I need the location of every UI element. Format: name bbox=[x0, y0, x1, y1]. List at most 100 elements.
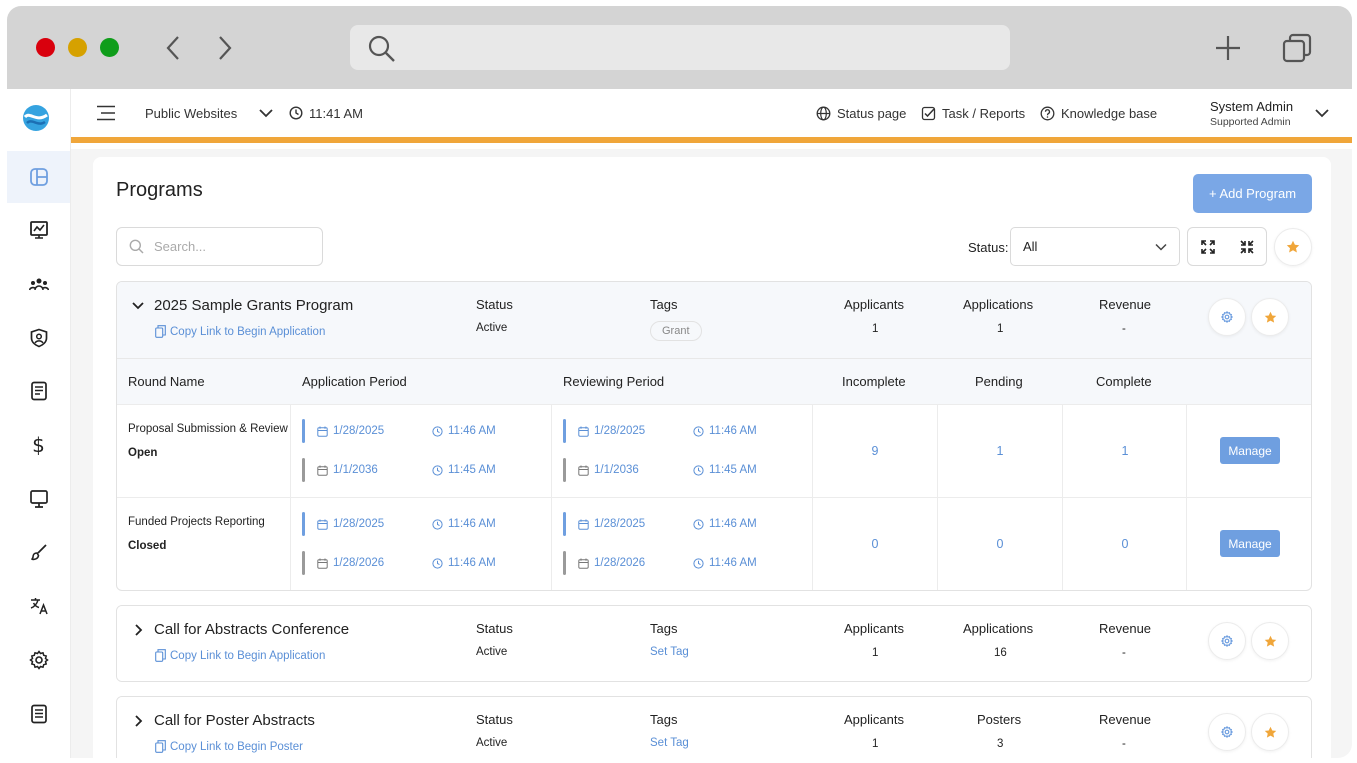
program-favorite-button[interactable] bbox=[1251, 713, 1289, 751]
minimize-window-button[interactable] bbox=[68, 38, 87, 57]
incomplete-header: Incomplete bbox=[842, 374, 906, 389]
set-tag-link[interactable]: Set Tag bbox=[650, 737, 689, 749]
complete-count[interactable]: 0 bbox=[1105, 537, 1145, 551]
status-header: Status bbox=[476, 621, 513, 636]
calendar-icon bbox=[578, 558, 589, 569]
close-window-button[interactable] bbox=[36, 38, 55, 57]
clock-icon bbox=[693, 425, 704, 437]
application-period-header: Application Period bbox=[302, 374, 407, 389]
document-icon bbox=[30, 381, 47, 401]
applicants-value: 1 bbox=[872, 738, 879, 750]
clock-icon bbox=[289, 106, 303, 120]
globe-icon bbox=[816, 106, 831, 120]
browser-window: $ Public Websites 11:41 AM Status page T… bbox=[7, 6, 1352, 758]
status-page-label: Status page bbox=[837, 105, 907, 121]
user-menu[interactable]: System Admin Supported Admin bbox=[1210, 89, 1293, 137]
pending-count[interactable]: 1 bbox=[980, 444, 1020, 458]
help-icon bbox=[1040, 106, 1055, 120]
clock-icon bbox=[693, 518, 704, 530]
sidebar-item-users[interactable] bbox=[7, 258, 70, 310]
app-end-time: 11:46 AM bbox=[432, 557, 496, 569]
incomplete-count[interactable]: 0 bbox=[855, 537, 895, 551]
status-page-link[interactable]: Status page bbox=[816, 89, 906, 137]
program-settings-button[interactable] bbox=[1208, 298, 1246, 336]
table-row: Proposal Submission & Review Open 1/28/2… bbox=[117, 404, 1311, 498]
chevron-right-icon[interactable] bbox=[131, 714, 145, 728]
pending-header: Pending bbox=[975, 374, 1023, 389]
status-filter-select[interactable]: All bbox=[1010, 227, 1180, 266]
manage-button[interactable]: Manage bbox=[1220, 530, 1280, 557]
favorites-filter-button[interactable] bbox=[1274, 228, 1312, 266]
brush-icon bbox=[30, 544, 47, 561]
back-arrow-icon[interactable] bbox=[158, 30, 188, 66]
revenue-header: Revenue bbox=[1099, 297, 1152, 312]
tag-chip[interactable]: Grant bbox=[650, 321, 702, 341]
program-settings-button[interactable] bbox=[1208, 622, 1246, 660]
search-input[interactable] bbox=[154, 239, 304, 254]
chevron-down-icon[interactable] bbox=[131, 299, 145, 313]
forward-arrow-icon[interactable] bbox=[210, 30, 240, 66]
site-selector[interactable]: Public Websites bbox=[145, 89, 273, 137]
incomplete-count[interactable]: 9 bbox=[855, 444, 895, 458]
manage-button[interactable]: Manage bbox=[1220, 437, 1280, 464]
reviewing-period-cell: 1/28/2025 11:46 AM 1/1/2036 11:45 AM bbox=[552, 405, 813, 498]
expand-icon[interactable] bbox=[1200, 239, 1215, 254]
rev-end-time: 11:46 AM bbox=[693, 557, 757, 569]
sidebar-item-reports[interactable] bbox=[7, 204, 70, 256]
clock-icon bbox=[432, 425, 443, 437]
clock: 11:41 AM bbox=[289, 89, 363, 137]
star-icon bbox=[1286, 240, 1300, 253]
complete-header: Complete bbox=[1096, 374, 1152, 389]
complete-count[interactable]: 1 bbox=[1105, 444, 1145, 458]
program-favorite-button[interactable] bbox=[1251, 622, 1289, 660]
applicants-header: Applicants bbox=[844, 712, 904, 727]
sidebar-item-settings[interactable] bbox=[7, 634, 70, 686]
sidebar-item-logs[interactable] bbox=[7, 688, 70, 740]
sidebar-item-design[interactable] bbox=[7, 526, 70, 578]
revenue-value: - bbox=[1122, 647, 1126, 659]
set-tag-link[interactable]: Set Tag bbox=[650, 646, 689, 658]
copy-link[interactable]: Copy Link to Begin Application bbox=[155, 649, 325, 662]
collapse-icon[interactable] bbox=[1239, 239, 1254, 254]
tabs-overview-icon[interactable] bbox=[1279, 30, 1315, 66]
programs-panel: Programs + Add Program Status: All bbox=[93, 157, 1331, 758]
chevron-right-icon[interactable] bbox=[131, 623, 145, 637]
address-bar[interactable] bbox=[350, 25, 1010, 70]
copy-link[interactable]: Copy Link to Begin Application bbox=[155, 325, 325, 338]
application-period-cell: 1/28/2025 11:46 AM 1/28/2026 11:46 AM bbox=[291, 498, 552, 590]
program-title[interactable]: 2025 Sample Grants Program bbox=[154, 297, 353, 314]
sidebar-item-documents[interactable] bbox=[7, 365, 70, 417]
new-tab-icon[interactable] bbox=[1210, 30, 1246, 66]
rev-end-date: 1/1/2036 bbox=[578, 464, 639, 476]
knowledge-base-link[interactable]: Knowledge base bbox=[1040, 89, 1157, 137]
gear-icon bbox=[1221, 635, 1233, 647]
maximize-window-button[interactable] bbox=[100, 38, 119, 57]
site-selector-label: Public Websites bbox=[145, 105, 238, 121]
menu-toggle[interactable] bbox=[96, 89, 116, 137]
app-end-date: 1/28/2026 bbox=[317, 557, 384, 569]
status-value: Active bbox=[476, 646, 508, 658]
user-role: Supported Admin bbox=[1210, 115, 1291, 128]
sidebar-item-dashboard[interactable] bbox=[7, 151, 70, 203]
tags-header: Tags bbox=[650, 297, 678, 312]
app-logo[interactable] bbox=[21, 103, 51, 133]
copy-link[interactable]: Copy Link to Begin Poster bbox=[155, 740, 303, 753]
program-card: Call for Abstracts Conference Copy Link … bbox=[116, 605, 1312, 682]
status-header: Status bbox=[476, 297, 513, 312]
sidebar-item-payments[interactable]: $ bbox=[7, 419, 70, 471]
program-title[interactable]: Call for Poster Abstracts bbox=[154, 712, 315, 729]
program-settings-button[interactable] bbox=[1208, 713, 1246, 751]
task-reports-link[interactable]: Task / Reports bbox=[921, 89, 1025, 137]
sidebar-item-translations[interactable] bbox=[7, 580, 70, 632]
browser-chrome bbox=[7, 6, 1352, 89]
user-menu-toggle[interactable] bbox=[1315, 89, 1329, 137]
program-title[interactable]: Call for Abstracts Conference bbox=[154, 621, 349, 638]
sidebar-item-websites[interactable] bbox=[7, 473, 70, 525]
add-program-button[interactable]: + Add Program bbox=[1193, 174, 1312, 213]
sidebar-item-security[interactable] bbox=[7, 312, 70, 364]
pending-count[interactable]: 0 bbox=[980, 537, 1020, 551]
program-favorite-button[interactable] bbox=[1251, 298, 1289, 336]
list-document-icon bbox=[30, 704, 47, 724]
status-filter-label: Status: bbox=[968, 240, 1009, 255]
checkbox-icon bbox=[921, 106, 936, 120]
